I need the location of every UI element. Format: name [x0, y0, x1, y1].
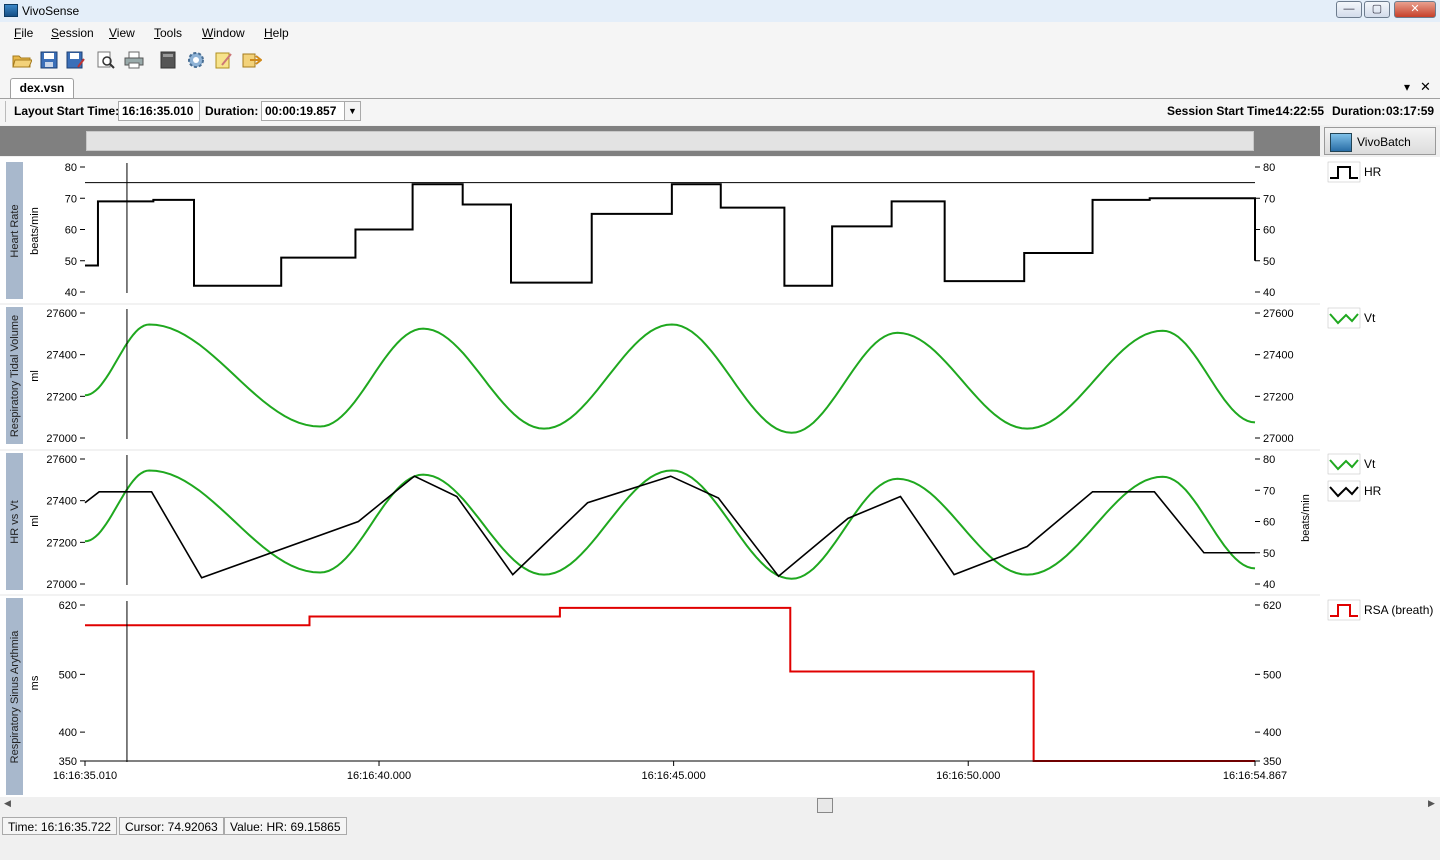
minimize-button[interactable]: —	[1336, 1, 1362, 18]
document-tab-strip	[0, 74, 1440, 99]
legend-hrvt-hr-label: HR	[1364, 484, 1382, 498]
rsa-tick-label-left-0: 620	[59, 600, 77, 612]
vt-tick-label-left-1: 27400	[46, 350, 77, 362]
app-icon	[4, 4, 18, 17]
export-icon[interactable]	[158, 50, 178, 69]
horizontal-scrollbar[interactable]: ◀ ▶	[0, 797, 1440, 813]
rsa-tick-label-right-2: 400	[1263, 727, 1281, 739]
menu-tools[interactable]: Tools	[154, 26, 182, 40]
hrvt-tick-label-left-1: 27400	[46, 496, 77, 508]
vt-tick-label-left-0: 27600	[46, 308, 77, 320]
plot-area: Heart Rate Respiratory Tidal Volume HR v…	[0, 157, 1440, 797]
layout-start-input[interactable]: 16:16:35.010	[118, 101, 200, 121]
save-icon[interactable]	[39, 50, 59, 69]
rsa-tick-label-left-1: 500	[59, 669, 77, 681]
hr-tick-label-right-2: 60	[1263, 225, 1275, 237]
menu-view[interactable]: View	[109, 26, 135, 40]
print-icon[interactable]	[124, 50, 144, 69]
hr-tick-label-left-2: 60	[65, 225, 77, 237]
x-tick-label-1: 16:16:40.000	[347, 770, 411, 782]
window-title: VivoSense	[22, 4, 80, 18]
session-start-label: Session Start Time:	[1167, 104, 1279, 118]
x-tick-label-4: 16:16:54.867	[1223, 770, 1287, 782]
settings-icon[interactable]	[186, 50, 206, 69]
menu-session[interactable]: Session	[51, 26, 94, 40]
menu-help[interactable]: Help	[264, 26, 289, 40]
vt-tick-label-right-2: 27200	[1263, 391, 1294, 403]
session-start-value: 14:22:55	[1276, 104, 1325, 118]
hrvt-tick-label-right-2: 60	[1263, 517, 1275, 529]
rsa-tick-label-left-3: 350	[59, 756, 77, 768]
scroll-left-icon[interactable]: ◀	[4, 798, 11, 809]
vivobatch-button[interactable]: VivoBatch	[1324, 127, 1436, 155]
vt-tick-label-left-2: 27200	[46, 391, 77, 403]
hrvt-hr-series-line	[84, 475, 1255, 579]
edit-icon[interactable]	[214, 50, 234, 69]
legend-hrvt-vt-label: Vt	[1364, 457, 1376, 471]
tab-list-dropdown-icon[interactable]: ▾	[1404, 80, 1410, 94]
hr-tick-label-right-0: 80	[1263, 162, 1275, 174]
menu-window[interactable]: Window	[202, 26, 245, 40]
tab-dex-vsn[interactable]: dex.vsn	[10, 78, 74, 98]
rsa-tick-label-right-0: 620	[1263, 600, 1281, 612]
scroll-thumb[interactable]	[817, 798, 833, 813]
status-time: Time: 16:16:35.722	[2, 817, 117, 835]
legend-rsa-label: RSA (breath)	[1364, 603, 1433, 617]
preview-icon[interactable]	[96, 50, 116, 69]
title-bar	[0, 0, 1440, 23]
x-tick-label-3: 16:16:50.000	[936, 770, 1000, 782]
open-icon[interactable]	[12, 50, 32, 69]
layout-start-label: Layout Start Time:	[14, 104, 120, 118]
vt-tick-label-right-1: 27400	[1263, 350, 1294, 362]
session-duration-label: Duration:	[1332, 104, 1386, 118]
hrvt-tick-label-left-2: 27200	[46, 537, 77, 549]
scroll-right-icon[interactable]: ▶	[1428, 798, 1435, 809]
import-icon[interactable]	[242, 50, 262, 69]
hr-tick-label-left-3: 50	[65, 256, 77, 268]
hr-tick-label-left-1: 70	[65, 193, 77, 205]
status-value: Value: HR: 69.15865	[224, 817, 347, 835]
session-duration-value: 03:17:59	[1386, 104, 1435, 118]
save-as-icon[interactable]	[66, 50, 86, 69]
vivobatch-label: VivoBatch	[1357, 135, 1411, 149]
vt-tick-label-left-3: 27000	[46, 433, 77, 445]
hrvt-vt-series-line	[84, 469, 1256, 580]
overview-range-slider[interactable]	[86, 131, 1254, 151]
duration-dropdown-button[interactable]: ▼	[344, 101, 361, 121]
x-tick-label-2: 16:16:45.000	[642, 770, 706, 782]
menu-file[interactable]: File	[14, 26, 33, 40]
hrvt-tick-label-left-0: 27600	[46, 454, 77, 466]
rsa-tick-label-right-1: 500	[1263, 669, 1281, 681]
hrvt-tick-label-right-4: 40	[1263, 579, 1275, 591]
vt-tick-label-right-0: 27600	[1263, 308, 1294, 320]
legend-hr-label: HR	[1364, 165, 1382, 179]
maximize-button[interactable]: ▢	[1364, 1, 1390, 18]
duration-label: Duration:	[205, 104, 259, 118]
vt-series-line	[84, 323, 1256, 434]
vt-tick-label-right-3: 27000	[1263, 433, 1294, 445]
status-cursor: Cursor: 74.92063	[119, 817, 224, 835]
rsa-tick-label-left-2: 400	[59, 727, 77, 739]
hr-tick-label-left-4: 40	[65, 287, 77, 299]
rsa-tick-label-right-3: 350	[1263, 756, 1281, 768]
hr-tick-label-right-1: 70	[1263, 193, 1275, 205]
duration-input[interactable]: 00:00:19.857	[261, 101, 345, 121]
hr-tick-label-right-4: 40	[1263, 287, 1275, 299]
x-tick-label-0: 16:16:35.010	[53, 770, 117, 782]
vivobatch-icon	[1330, 133, 1352, 152]
charts-svg[interactable]: 80 70 60 50 40 80 70 60 50 40 27600 27400 27200 27000…	[0, 157, 1440, 797]
hr-tick-label-left-0: 80	[65, 162, 77, 174]
hrvt-tick-label-right-3: 50	[1263, 548, 1275, 560]
legend-vt-label: Vt	[1364, 311, 1376, 325]
hr-tick-label-right-3: 50	[1263, 256, 1275, 268]
close-button[interactable]: ✕	[1394, 1, 1436, 18]
close-tab-icon[interactable]: ✕	[1420, 79, 1431, 95]
hrvt-tick-label-right-1: 70	[1263, 485, 1275, 497]
hr-series-line	[85, 183, 1256, 287]
rsa-series-line	[85, 606, 1255, 762]
hrvt-tick-label-right-0: 80	[1263, 454, 1275, 466]
hrvt-tick-label-left-3: 27000	[46, 579, 77, 591]
